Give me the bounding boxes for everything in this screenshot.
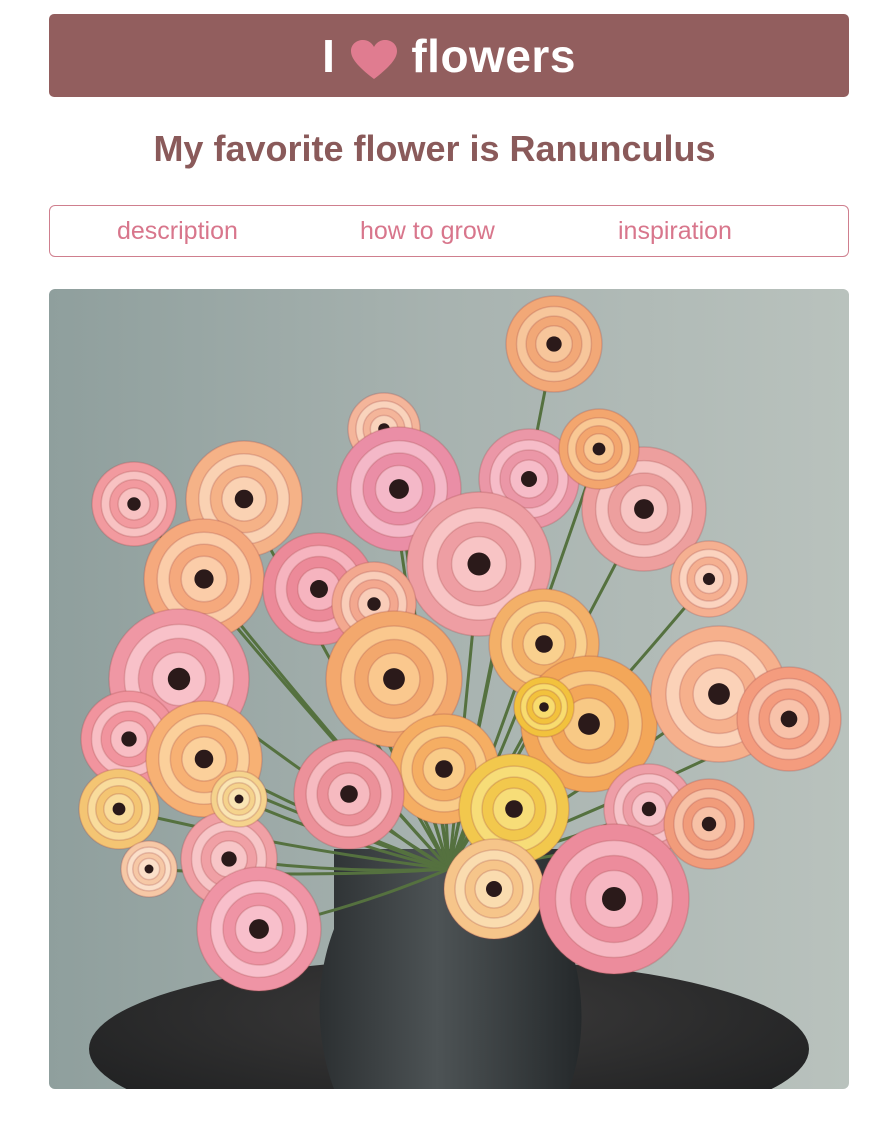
ranunculus-bloom xyxy=(505,295,603,393)
ranunculus-bloom xyxy=(538,823,690,975)
ranunculus-bloom xyxy=(78,768,160,850)
site-banner: I flowers xyxy=(49,14,849,97)
tab-how-to-grow[interactable]: how to grow xyxy=(360,217,495,246)
ranunculus-bloom xyxy=(670,540,748,618)
ranunculus-bloom xyxy=(196,866,322,992)
ranunculus-bloom xyxy=(293,738,405,850)
ranunculus-bloom xyxy=(736,666,842,772)
flower-photo xyxy=(49,289,849,1089)
ranunculus-bloom xyxy=(210,770,268,828)
tab-description[interactable]: description xyxy=(117,217,238,246)
ranunculus-bloom xyxy=(558,408,640,490)
ranunculus-bloom xyxy=(443,838,545,940)
page: I flowers My favorite flower is Ranuncul… xyxy=(0,0,869,1121)
ranunculus-bloom xyxy=(120,840,178,898)
banner-prefix: I xyxy=(322,29,336,82)
ranunculus-bloom xyxy=(663,778,755,870)
ranunculus-bloom xyxy=(513,676,575,738)
page-title: My favorite flower is Ranunculus xyxy=(153,128,716,169)
tab-inspiration[interactable]: inspiration xyxy=(618,217,732,246)
tab-bar: description how to grow inspiration xyxy=(49,205,849,257)
ranunculus-bloom xyxy=(91,461,177,547)
banner-suffix: flowers xyxy=(411,29,576,82)
heart-icon xyxy=(351,37,398,79)
